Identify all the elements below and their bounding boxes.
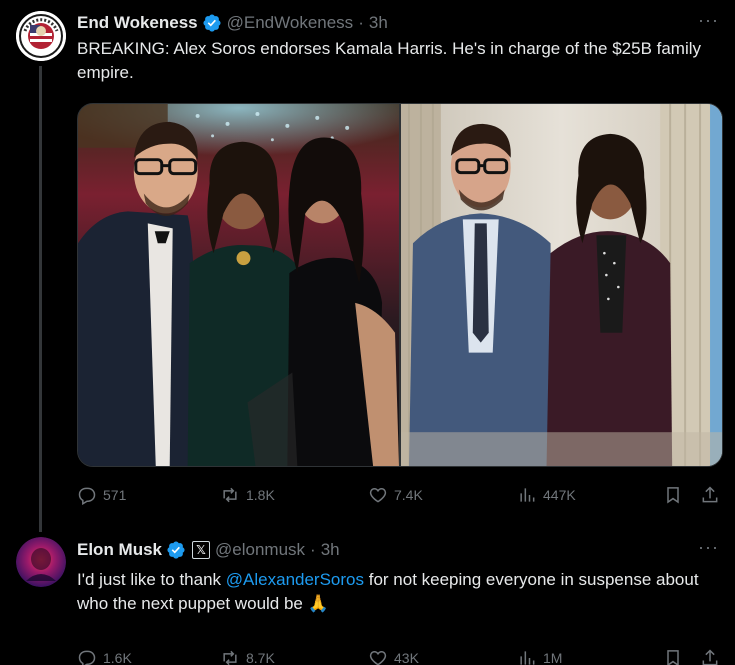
views-count: 447K bbox=[543, 487, 576, 503]
more-icon[interactable]: ··· bbox=[698, 10, 719, 31]
share-icon bbox=[702, 649, 718, 665]
bookmark-button[interactable] bbox=[663, 648, 683, 665]
room-photo-image bbox=[401, 104, 722, 466]
like-count: 7.4K bbox=[394, 487, 423, 503]
reply-button[interactable]: 571 bbox=[77, 485, 126, 505]
tweet-end-wokeness[interactable]: End Wokeness @EndWokeness · 3h ··· BREAK… bbox=[0, 0, 735, 532]
tweet-elon-musk[interactable]: Elon Musk 𝕏 @elonmusk · 3h ··· I'd just … bbox=[0, 528, 735, 665]
share-icon bbox=[702, 486, 718, 503]
gala-photo-image bbox=[78, 104, 399, 466]
separator-dot: · bbox=[358, 13, 364, 32]
photo-gala[interactable] bbox=[78, 104, 399, 466]
author-name[interactable]: Elon Musk bbox=[77, 540, 162, 560]
repost-icon bbox=[223, 487, 237, 503]
reply-icon bbox=[78, 650, 96, 665]
like-count: 43K bbox=[394, 650, 419, 665]
reply-count: 1.6K bbox=[103, 650, 132, 665]
bookmark-icon bbox=[667, 487, 679, 504]
views-count: 1M bbox=[543, 650, 563, 665]
tweet-time[interactable]: 3h bbox=[321, 540, 340, 560]
like-icon bbox=[369, 650, 387, 665]
reply-count: 571 bbox=[103, 487, 127, 503]
share-button[interactable] bbox=[700, 485, 720, 505]
verified-icon[interactable] bbox=[202, 13, 222, 33]
views-button[interactable]: 447K bbox=[517, 485, 576, 505]
views-icon bbox=[520, 488, 535, 502]
thread-connector-line bbox=[39, 66, 42, 532]
tweet-text: I'd just like to thank @AlexanderSoros f… bbox=[77, 568, 717, 616]
reply-icon bbox=[78, 487, 96, 505]
author-name[interactable]: End Wokeness bbox=[77, 13, 198, 33]
repost-count: 8.7K bbox=[246, 650, 275, 665]
repost-button[interactable]: 8.7K bbox=[220, 648, 275, 665]
views-icon bbox=[520, 651, 535, 665]
reply-button[interactable]: 1.6K bbox=[77, 648, 132, 665]
separator-dot: · bbox=[310, 540, 316, 559]
views-button[interactable]: 1M bbox=[517, 648, 562, 665]
photo-room[interactable] bbox=[401, 104, 722, 466]
share-button[interactable] bbox=[700, 648, 720, 665]
repost-button[interactable]: 1.8K bbox=[220, 485, 275, 505]
verified-icon[interactable] bbox=[166, 540, 186, 560]
tweet-header: End Wokeness @EndWokeness · 3h ··· bbox=[77, 10, 719, 34]
like-button[interactable]: 7.4K bbox=[368, 485, 423, 505]
tweet-time[interactable]: 3h bbox=[369, 13, 388, 33]
tweet-actions: 571 1.8K 7.4K 447K bbox=[77, 482, 723, 508]
tweet-header: Elon Musk 𝕏 @elonmusk · 3h ··· bbox=[77, 537, 719, 561]
tweet-text: BREAKING: Alex Soros endorses Kamala Har… bbox=[77, 39, 702, 82]
bookmark-button[interactable] bbox=[663, 485, 683, 505]
avatar-end-wokeness[interactable] bbox=[16, 11, 66, 61]
bookmark-icon bbox=[667, 650, 679, 665]
like-button[interactable]: 43K bbox=[368, 648, 419, 665]
elon-avatar-image bbox=[16, 537, 66, 587]
tweet-actions: 1.6K 8.7K 43K 1M bbox=[77, 645, 723, 665]
author-handle[interactable]: @elonmusk bbox=[215, 540, 305, 560]
repost-icon bbox=[223, 650, 237, 665]
end-wokeness-logo-icon bbox=[16, 11, 66, 61]
avatar-elon-musk[interactable] bbox=[16, 537, 66, 587]
tweet-media[interactable] bbox=[77, 103, 723, 467]
x-affiliation-badge[interactable]: 𝕏 bbox=[192, 541, 211, 559]
author-handle[interactable]: @EndWokeness bbox=[227, 13, 354, 33]
more-icon[interactable]: ··· bbox=[698, 537, 719, 558]
tweet-text-before: I'd just like to thank bbox=[77, 570, 226, 589]
like-icon bbox=[369, 487, 387, 503]
mention-link[interactable]: @AlexanderSoros bbox=[226, 570, 364, 589]
repost-count: 1.8K bbox=[246, 487, 275, 503]
